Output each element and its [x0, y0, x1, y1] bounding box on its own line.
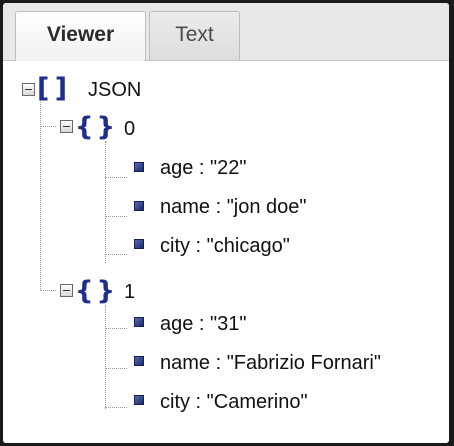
square-value-icon — [134, 356, 144, 366]
field-age[interactable]: age : "31" — [160, 314, 246, 334]
tree-connector — [105, 328, 127, 329]
field-city[interactable]: city : "Camerino" — [160, 392, 308, 412]
root-label[interactable]: JSON — [88, 80, 141, 100]
object-braces-icon: { } — [75, 276, 115, 306]
tree-connector — [105, 216, 127, 217]
object-braces-icon: { } — [75, 112, 115, 142]
square-value-icon — [134, 201, 144, 211]
tree-connector — [105, 305, 106, 409]
collapse-toggle-root[interactable] — [22, 83, 35, 96]
field-city[interactable]: city : "chicago" — [160, 236, 290, 256]
item-index-label[interactable]: 0 — [124, 119, 135, 139]
tab-bar: Viewer Text — [3, 3, 449, 61]
tab-viewer[interactable]: Viewer — [15, 11, 146, 61]
tree-connector — [40, 126, 56, 127]
square-value-icon — [134, 317, 144, 327]
square-value-icon — [134, 162, 144, 172]
field-name[interactable]: name : "jon doe" — [160, 197, 307, 217]
tree-connector — [105, 141, 106, 263]
json-tree: [ ] JSON { } 0 age : "22" name : "jon do… — [3, 61, 449, 443]
json-viewer-panel: Viewer Text [ ] JSON { } 0 age : "22" na… — [3, 3, 449, 443]
square-value-icon — [134, 395, 144, 405]
field-name[interactable]: name : "Fabrizio Fornari" — [160, 353, 381, 373]
tree-connector — [105, 177, 127, 178]
collapse-toggle-item-1[interactable] — [60, 284, 73, 297]
tree-connector — [40, 290, 56, 291]
item-index-label[interactable]: 1 — [124, 282, 135, 302]
field-age[interactable]: age : "22" — [160, 158, 246, 178]
tree-connector — [105, 368, 127, 369]
array-brackets-icon: [ ] — [37, 73, 67, 104]
tab-text[interactable]: Text — [149, 11, 240, 60]
collapse-toggle-item-0[interactable] — [60, 120, 73, 133]
tree-connector — [105, 254, 127, 255]
square-value-icon — [134, 239, 144, 249]
tree-connector — [105, 407, 127, 408]
tree-connector — [40, 99, 41, 291]
